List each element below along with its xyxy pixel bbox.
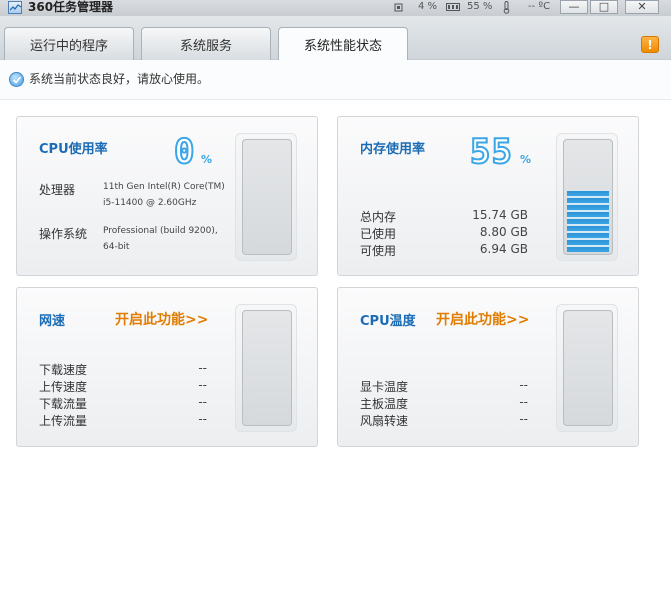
titlebar-memory-stat: 55 % — [467, 1, 493, 12]
processor-label: 处理器 — [39, 183, 76, 197]
cpu-temp-card-title: CPU温度 — [360, 314, 416, 329]
app-title: 360任务管理器 — [28, 0, 114, 14]
app-logo-icon — [8, 1, 22, 14]
processor-value: 11th Gen Intel(R) Core(TM) i5-11400 @ 2.… — [103, 182, 225, 208]
minimize-button[interactable]: — — [560, 0, 588, 14]
memory-usage-unit: % — [520, 153, 532, 166]
network-row-value: -- — [198, 361, 207, 375]
memory-usage-card: 内存使用率 55 % 总内存 15.74 GB 已使用 8.80 GB 可使用 … — [337, 116, 639, 276]
check-icon — [9, 72, 24, 87]
cpu-temp-enable-link[interactable]: 开启此功能>> — [436, 309, 529, 329]
cpu-temperature-card: CPU温度 开启此功能>> 显卡温度 -- 主板温度 -- 风扇转速 -- — [337, 287, 639, 447]
network-meter — [235, 304, 297, 432]
memory-icon — [446, 3, 460, 11]
memory-meter-fill — [567, 190, 609, 252]
tab-system-services[interactable]: 系统服务 — [141, 27, 271, 60]
memory-row-value: 8.80 GB — [479, 225, 528, 239]
title-bar: 360任务管理器 4 % 55 % -- ºC — □ ✕ — [0, 0, 671, 16]
cpu-usage-card: CPU使用率 0 % 处理器 11th Gen Intel(R) Core(TM… — [16, 116, 318, 276]
titlebar-cpu-stat: 4 % — [418, 1, 438, 12]
temp-row-label: 主板温度 — [360, 397, 409, 411]
maximize-button[interactable]: □ — [590, 0, 618, 14]
maximize-icon: □ — [598, 0, 610, 13]
status-message: 系统当前状态良好，请放心使用。 — [29, 72, 210, 86]
cpu-meter — [235, 133, 297, 261]
temp-row-label: 风扇转速 — [360, 414, 409, 428]
temp-row-value: -- — [519, 412, 528, 426]
warning-button[interactable]: ! — [641, 36, 659, 53]
status-bar: 系统当前状态良好，请放心使用。 — [0, 60, 671, 100]
network-row-label: 上传流量 — [39, 414, 88, 428]
cpu-card-title: CPU使用率 — [39, 142, 108, 157]
close-button[interactable]: ✕ — [625, 0, 659, 14]
titlebar-temp-stat: -- ºC — [528, 1, 551, 12]
network-row-label: 上传速度 — [39, 380, 88, 394]
temp-row-value: -- — [519, 395, 528, 409]
tab-bar: 运行中的程序 系统服务 系统性能状态 — [0, 16, 671, 61]
memory-row-label: 总内存 — [360, 210, 397, 224]
os-value: Professional (build 9200), 64-bit — [103, 226, 218, 252]
temp-row-label: 显卡温度 — [360, 380, 409, 394]
close-icon: ✕ — [637, 0, 647, 13]
network-row-value: -- — [198, 412, 207, 426]
memory-row-label: 已使用 — [360, 227, 397, 241]
network-row-label: 下载流量 — [39, 397, 88, 411]
cpu-usage-unit: % — [201, 153, 213, 166]
memory-row-value: 15.74 GB — [472, 208, 528, 222]
network-speed-card: 网速 开启此功能>> 下载速度 -- 上传速度 -- 下载流量 -- 上传流量 … — [16, 287, 318, 447]
memory-row-value: 6.94 GB — [479, 242, 528, 256]
network-row-value: -- — [198, 378, 207, 392]
thermometer-icon — [503, 1, 510, 14]
tab-running-programs[interactable]: 运行中的程序 — [4, 27, 134, 60]
network-card-title: 网速 — [39, 314, 66, 329]
memory-usage-value: 55 — [469, 132, 513, 172]
cpu-temp-meter — [556, 304, 618, 432]
tab-performance-status[interactable]: 系统性能状态 — [278, 27, 408, 61]
os-label: 操作系统 — [39, 227, 88, 241]
cpu-icon — [394, 3, 403, 12]
memory-meter — [556, 133, 618, 261]
memory-row-label: 可使用 — [360, 244, 397, 258]
temp-row-value: -- — [519, 378, 528, 392]
minimize-icon: — — [568, 0, 580, 13]
network-row-value: -- — [198, 395, 207, 409]
cpu-usage-value: 0 — [173, 132, 196, 172]
network-row-label: 下载速度 — [39, 363, 88, 377]
memory-card-title: 内存使用率 — [360, 142, 426, 157]
network-enable-link[interactable]: 开启此功能>> — [115, 309, 208, 329]
